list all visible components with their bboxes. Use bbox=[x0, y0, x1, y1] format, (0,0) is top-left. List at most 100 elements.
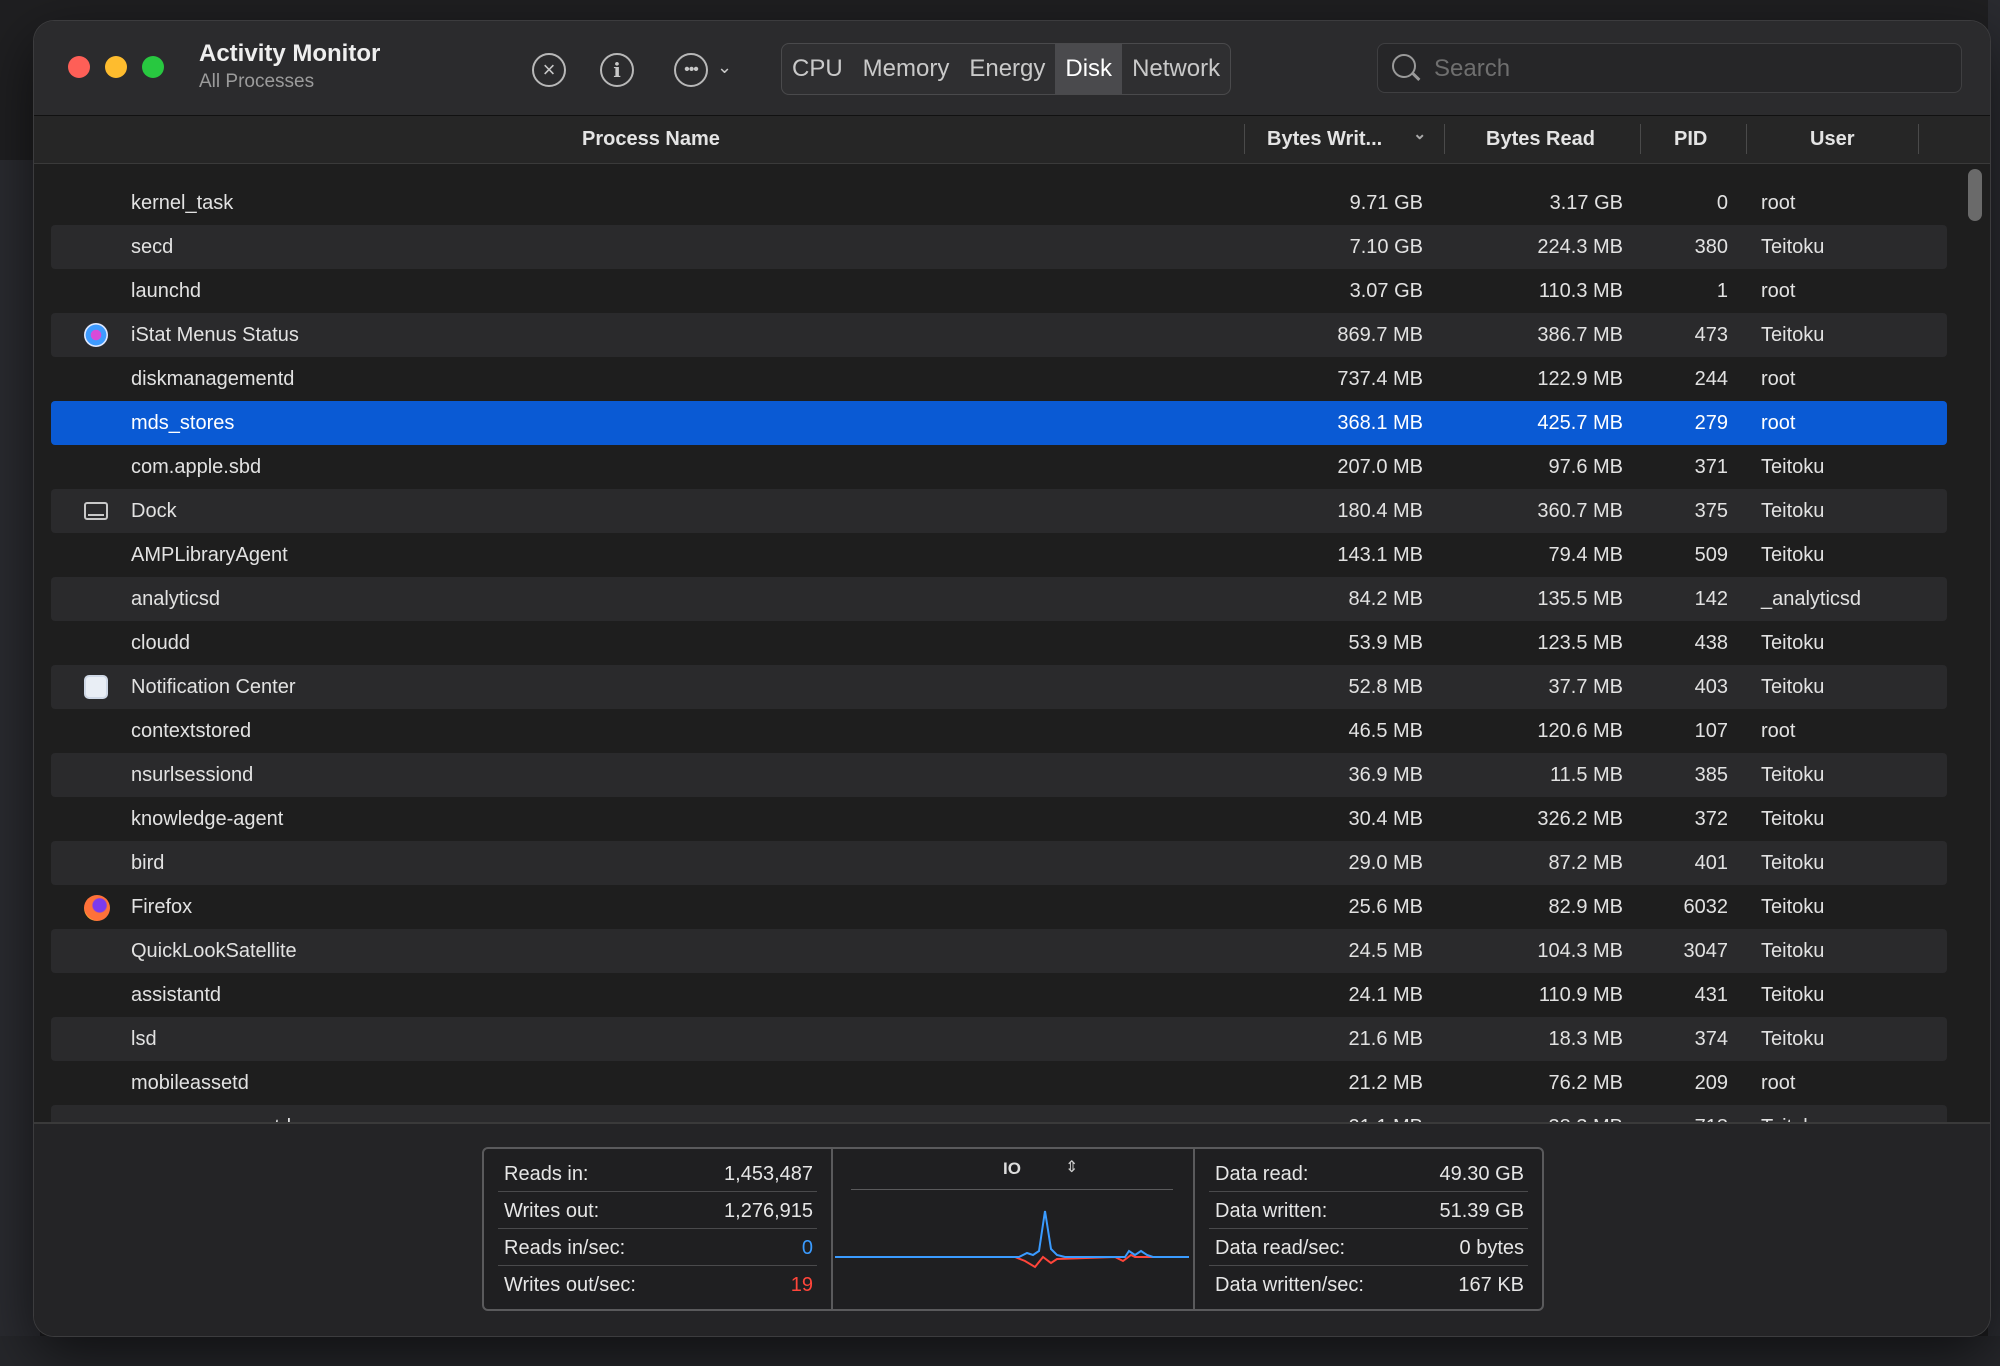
bytes-read-cell: 82.9 MB bbox=[1548, 896, 1623, 918]
process-name-cell: launchd bbox=[131, 280, 202, 302]
vertical-scrollbar[interactable] bbox=[1968, 169, 1982, 221]
chevron-down-icon[interactable]: ⌄ bbox=[717, 57, 732, 78]
table-row[interactable]: assistantd 24.1 MB 110.9 MB 431 Teitoku bbox=[51, 973, 1947, 1017]
user-cell: root bbox=[1761, 192, 1796, 214]
bytes-read-cell: 360.7 MB bbox=[1537, 500, 1623, 522]
stop-process-icon[interactable]: × bbox=[532, 53, 566, 87]
table-row[interactable]: bird 29.0 MB 87.2 MB 401 Teitoku bbox=[51, 841, 1947, 885]
tab-energy[interactable]: Energy bbox=[959, 44, 1055, 94]
table-row[interactable]: Notification Center 52.8 MB 37.7 MB 403 Teit… bbox=[51, 665, 1947, 709]
table-row[interactable]: iStat Menus Status 869.7 MB 386.7 MB 473 Tei… bbox=[51, 313, 1947, 357]
table-row[interactable]: mds_stores 368.1 MB 425.7 MB 279 root bbox=[51, 401, 1947, 445]
data-written-sec-row: Data written/sec: 167 KB bbox=[1209, 1266, 1528, 1302]
data-read-sec-label: Data read/sec: bbox=[1215, 1237, 1346, 1259]
pid-cell: 142 bbox=[1694, 588, 1728, 610]
data-written-sec-label: Data written/sec: bbox=[1215, 1274, 1364, 1296]
user-cell: Teitoku bbox=[1761, 500, 1825, 522]
bytes-read-cell: 37.7 MB bbox=[1548, 676, 1623, 698]
more-actions-icon[interactable]: ••• bbox=[674, 53, 708, 87]
data-read-row: Data read: 49.30 GB bbox=[1209, 1155, 1528, 1192]
user-cell: Teitoku bbox=[1761, 984, 1825, 1006]
pid-cell: 375 bbox=[1694, 500, 1728, 522]
firefox-icon bbox=[84, 895, 110, 921]
tab-memory[interactable]: Memory bbox=[853, 44, 960, 94]
table-row[interactable]: knowledge-agent 30.4 MB 326.2 MB 372 Teitoku bbox=[51, 797, 1947, 841]
column-divider[interactable] bbox=[1746, 124, 1747, 154]
table-header: Process Name Bytes Writ... ⌄ Bytes Read … bbox=[34, 116, 1990, 164]
table-row[interactable]: contextstored 46.5 MB 120.6 MB 107 root bbox=[51, 709, 1947, 753]
table-row[interactable]: secd 7.10 GB 224.3 MB 380 Teitoku bbox=[51, 225, 1947, 269]
reads-in-sec-value: 0 bbox=[801, 1237, 813, 1259]
process-list: kernel_task 9.71 GB 3.17 GB 0 root secd 7.10 G… bbox=[51, 181, 1947, 1141]
minimize-window-button[interactable] bbox=[105, 56, 127, 78]
dock-icon bbox=[84, 499, 110, 523]
pid-cell: 3047 bbox=[1683, 940, 1729, 962]
column-divider[interactable] bbox=[1640, 124, 1641, 154]
table-row[interactable]: cloudd 53.9 MB 123.5 MB 438 Teitoku bbox=[51, 621, 1947, 665]
search-input[interactable] bbox=[1432, 52, 1936, 86]
bytes-read-cell: 386.7 MB bbox=[1537, 324, 1623, 346]
window-subtitle: All Processes bbox=[199, 71, 315, 92]
column-header-process-name[interactable]: Process Name bbox=[582, 116, 720, 163]
table-row[interactable]: analyticsd 84.2 MB 135.5 MB 142 _analyticsd bbox=[51, 577, 1947, 621]
table-row[interactable]: com.apple.sbd 207.0 MB 97.6 MB 371 Teitoku bbox=[51, 445, 1947, 489]
pid-cell: 403 bbox=[1694, 676, 1728, 698]
pid-cell: 244 bbox=[1694, 368, 1728, 390]
table-row[interactable]: QuickLookSatellite 24.5 MB 104.3 MB 3047 Tei… bbox=[51, 929, 1947, 973]
bytes-read-cell: 123.5 MB bbox=[1537, 632, 1623, 654]
data-read-value: 49.30 GB bbox=[1439, 1163, 1524, 1185]
notification-center-icon bbox=[84, 675, 110, 699]
column-header-user[interactable]: User bbox=[1810, 116, 1854, 163]
pid-cell: 431 bbox=[1694, 984, 1728, 1006]
bytes-written-cell: 737.4 MB bbox=[1337, 368, 1423, 390]
column-header-bytes-read[interactable]: Bytes Read bbox=[1486, 116, 1595, 163]
bytes-written-cell: 84.2 MB bbox=[1348, 588, 1423, 610]
table-row[interactable]: kernel_task 9.71 GB 3.17 GB 0 root bbox=[51, 181, 1947, 225]
process-name-cell: com.apple.sbd bbox=[131, 456, 262, 478]
column-divider[interactable] bbox=[1918, 124, 1919, 154]
sort-descending-icon[interactable]: ⌄ bbox=[1413, 124, 1426, 144]
firefox-icon-glyph bbox=[84, 895, 110, 921]
close-window-button[interactable] bbox=[68, 56, 90, 78]
dock-icon-glyph bbox=[84, 502, 108, 520]
table-row[interactable]: launchd 3.07 GB 110.3 MB 1 root bbox=[51, 269, 1947, 313]
table-row[interactable]: lsd 21.6 MB 18.3 MB 374 Teitoku bbox=[51, 1017, 1947, 1061]
user-cell: root bbox=[1761, 412, 1796, 434]
process-name-cell: contextstored bbox=[131, 720, 252, 742]
table-row[interactable]: AMPLibraryAgent 143.1 MB 79.4 MB 509 Teitoku bbox=[51, 533, 1947, 577]
notification-center-icon-glyph bbox=[84, 675, 108, 699]
bytes-read-cell: 122.9 MB bbox=[1537, 368, 1623, 390]
bytes-read-cell: 3.17 GB bbox=[1549, 192, 1623, 214]
table-row[interactable]: Firefox 25.6 MB 82.9 MB 6032 Teitoku bbox=[51, 885, 1947, 929]
table-row[interactable]: diskmanagementd 737.4 MB 122.9 MB 244 root bbox=[51, 357, 1947, 401]
bytes-written-cell: 869.7 MB bbox=[1337, 324, 1423, 346]
user-cell: Teitoku bbox=[1761, 324, 1825, 346]
bytes-read-cell: 97.6 MB bbox=[1548, 456, 1623, 478]
activity-monitor-window: Activity Monitor All Processes × i ••• ⌄… bbox=[34, 21, 1990, 1336]
pid-cell: 209 bbox=[1694, 1072, 1728, 1094]
table-row[interactable]: Dock 180.4 MB 360.7 MB 375 Teitoku bbox=[51, 489, 1947, 533]
writes-out-sec-value: 19 bbox=[790, 1274, 813, 1296]
column-header-bytes-written[interactable]: Bytes Writ... bbox=[1267, 116, 1382, 163]
data-read-label: Data read: bbox=[1215, 1163, 1309, 1185]
column-divider[interactable] bbox=[1244, 124, 1245, 154]
pid-cell: 279 bbox=[1694, 412, 1728, 434]
table-row[interactable]: mobileassetd 21.2 MB 76.2 MB 209 root bbox=[51, 1061, 1947, 1105]
pid-cell: 385 bbox=[1694, 764, 1728, 786]
column-divider[interactable] bbox=[1444, 124, 1445, 154]
tab-disk[interactable]: Disk bbox=[1055, 44, 1123, 94]
tab-network[interactable]: Network bbox=[1122, 44, 1230, 94]
bytes-read-cell: 110.3 MB bbox=[1538, 280, 1623, 302]
window-title: Activity Monitor bbox=[199, 40, 381, 67]
column-header-pid[interactable]: PID bbox=[1674, 116, 1707, 163]
bytes-read-cell: 425.7 MB bbox=[1537, 412, 1623, 434]
writes-out-value: 1,276,915 bbox=[724, 1200, 813, 1222]
info-icon[interactable]: i bbox=[600, 53, 634, 87]
tab-cpu[interactable]: CPU bbox=[782, 44, 853, 94]
graph-mode-chevron-icon[interactable]: ⇕ bbox=[1065, 1157, 1078, 1177]
bytes-read-cell: 120.6 MB bbox=[1537, 720, 1623, 742]
bytes-written-cell: 24.1 MB bbox=[1348, 984, 1423, 1006]
maximize-window-button[interactable] bbox=[142, 56, 164, 78]
process-name-cell: Dock bbox=[131, 500, 177, 522]
table-row[interactable]: nsurlsessiond 36.9 MB 11.5 MB 385 Teitoku bbox=[51, 753, 1947, 797]
